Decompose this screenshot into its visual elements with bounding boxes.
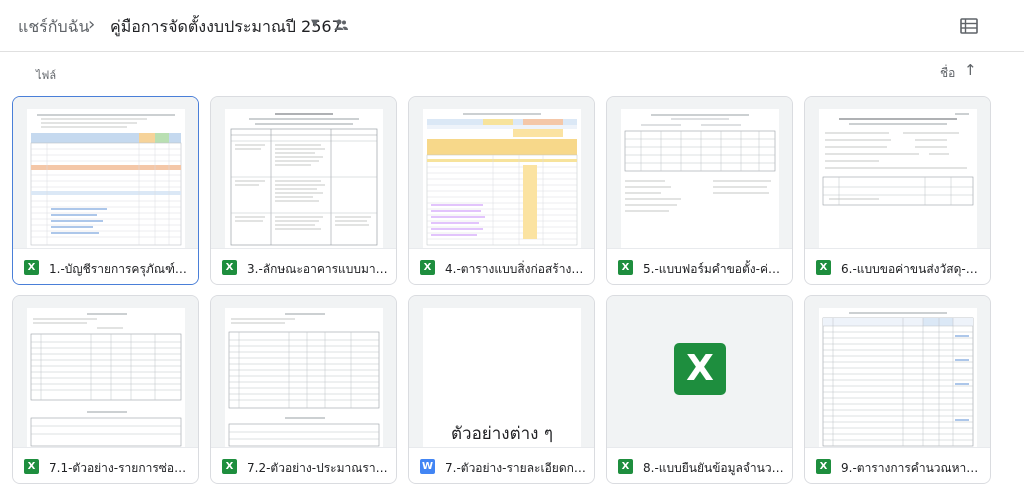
file-thumbnail — [607, 97, 792, 248]
file-card[interactable]: X 7.2-ตัวอย่าง-ประมาณราคาซ่อม — [210, 295, 397, 484]
file-name: 4.-ตารางแบบสิ่งก่อสร้างและราคา — [445, 262, 587, 276]
excel-file-icon: X — [222, 459, 237, 474]
file-name: 3.-ลักษณะอาคารแบบมาตรฐาน — [247, 262, 389, 276]
file-name: 1.-บัญชีรายการครุภัณฑ์และเครื่องมือ — [49, 262, 191, 276]
file-thumbnail — [409, 97, 594, 248]
file-thumbnail — [805, 296, 990, 447]
spreadsheet-preview — [225, 109, 383, 248]
spreadsheet-preview — [819, 109, 977, 248]
file-name: 7.-ตัวอย่าง-รายละเอียดการซ่อม — [445, 461, 587, 475]
spreadsheet-preview — [27, 308, 185, 447]
breadcrumb-current-folder[interactable]: คู่มือการจัดตั้งงบประมาณปี 2567 — [110, 15, 342, 40]
file-thumbnail — [211, 97, 396, 248]
excel-file-icon: X — [618, 459, 633, 474]
chevron-down-icon[interactable]: ▼ — [311, 18, 319, 29]
file-name: 7.1-ตัวอย่าง-รายการซ่อมแซม — [49, 461, 191, 475]
spreadsheet-preview — [225, 308, 383, 447]
word-file-icon: W — [420, 459, 435, 474]
file-name: 9.-ตารางการคำนวณหาค่าวัสดุ — [841, 461, 983, 475]
breadcrumb-shared-with-me[interactable]: แชร์กับฉัน — [18, 15, 89, 40]
excel-file-icon: X — [222, 260, 237, 275]
file-card[interactable]: X 5.-แบบฟอร์มคำขอตั้ง-ค่าที่ดิน — [606, 96, 793, 285]
excel-file-icon: X — [816, 260, 831, 275]
file-name: 5.-แบบฟอร์มคำขอตั้ง-ค่าที่ดิน — [643, 262, 785, 276]
shared-people-icon — [334, 19, 348, 30]
files-section-label: ไฟล์ — [36, 69, 57, 82]
spreadsheet-preview — [27, 109, 185, 248]
excel-file-icon: X — [618, 260, 633, 275]
file-thumbnail: X — [607, 296, 792, 447]
file-card[interactable]: X 3.-ลักษณะอาคารแบบมาตรฐาน — [210, 96, 397, 285]
file-card[interactable]: X 4.-ตารางแบบสิ่งก่อสร้างและราคา — [408, 96, 595, 285]
file-card[interactable]: ตัวอย่างต่าง ๆ W 7.-ตัวอย่าง-รายละเอียดก… — [408, 295, 595, 484]
file-thumbnail — [13, 296, 198, 447]
file-card[interactable]: X 6.-แบบขอค่าขนส่งวัสดุ-น.1 — [804, 96, 991, 285]
spreadsheet-preview — [621, 109, 779, 248]
list-view-icon[interactable] — [960, 18, 978, 34]
file-card[interactable]: X X 8.-แบบยืนยันข้อมูลจำนวนนักเรียน — [606, 295, 793, 484]
spreadsheet-preview — [423, 109, 581, 248]
file-card[interactable]: X 9.-ตารางการคำนวณหาค่าวัสดุ — [804, 295, 991, 484]
file-name: 6.-แบบขอค่าขนส่งวัสดุ-น.1 — [841, 262, 983, 276]
file-thumbnail: ตัวอย่างต่าง ๆ — [409, 296, 594, 447]
excel-large-icon: X — [674, 343, 726, 395]
document-preview: ตัวอย่างต่าง ๆ — [423, 308, 581, 447]
file-card[interactable]: X 1.-บัญชีรายการครุภัณฑ์และเครื่องมือ — [12, 96, 199, 285]
breadcrumb-separator: › — [88, 14, 96, 35]
file-thumbnail — [805, 97, 990, 248]
excel-file-icon: X — [24, 260, 39, 275]
top-bar: แชร์กับฉัน › คู่มือการจัดตั้งงบประมาณปี … — [0, 0, 1024, 52]
arrow-up-icon[interactable]: ↑ — [964, 61, 977, 79]
file-name: 8.-แบบยืนยันข้อมูลจำนวนนักเรียน — [643, 461, 785, 475]
sort-by-name-button[interactable]: ชื่อ — [940, 64, 955, 83]
spreadsheet-preview — [819, 308, 977, 447]
file-card[interactable]: X 7.1-ตัวอย่าง-รายการซ่อมแซม — [12, 295, 199, 484]
file-thumbnail — [211, 296, 396, 447]
excel-file-icon: X — [420, 260, 435, 275]
excel-file-icon: X — [816, 459, 831, 474]
file-thumbnail — [13, 97, 198, 248]
document-preview-text: ตัวอย่างต่าง ๆ — [450, 424, 554, 444]
excel-file-icon: X — [24, 459, 39, 474]
file-name: 7.2-ตัวอย่าง-ประมาณราคาซ่อม — [247, 461, 389, 475]
